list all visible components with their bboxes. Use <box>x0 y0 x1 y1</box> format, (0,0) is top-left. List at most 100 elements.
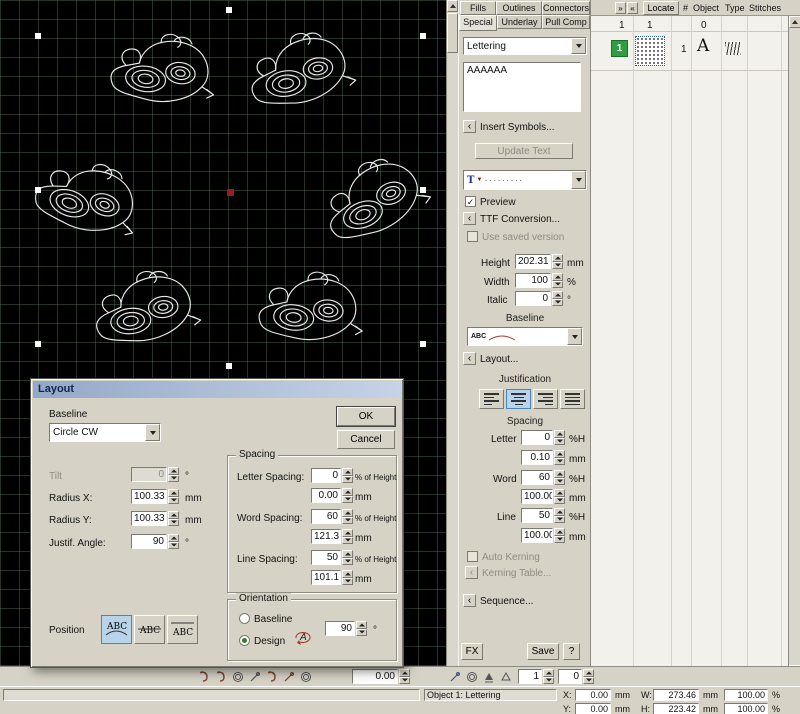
spin-up-icon[interactable] <box>552 291 563 299</box>
triangle-up-icon[interactable] <box>481 669 496 684</box>
spin-up-icon[interactable] <box>342 509 353 517</box>
spin-down-icon[interactable] <box>342 578 353 586</box>
column-header-object[interactable]: Object <box>693 3 719 13</box>
ok-button[interactable]: OK <box>337 407 395 426</box>
radius-y-input[interactable]: 100.33 <box>131 511 167 526</box>
tab-outlines[interactable]: Outlines <box>496 1 542 15</box>
collapse-all-button[interactable]: » <box>615 2 626 14</box>
spin-up-icon[interactable] <box>552 273 563 281</box>
cancel-button[interactable]: Cancel <box>337 430 395 449</box>
embroidery-motif[interactable] <box>237 22 367 130</box>
column-header-number[interactable]: # <box>683 3 688 13</box>
canvas-vertical-scrollbar[interactable] <box>446 0 458 666</box>
embroidery-motif[interactable] <box>248 262 375 366</box>
spin-down-icon[interactable] <box>168 519 179 527</box>
letter-spacing-mm-input[interactable]: 0.10 <box>521 450 553 465</box>
spin-down-icon[interactable] <box>168 542 179 550</box>
spin-up-icon[interactable] <box>583 669 594 677</box>
embroidery-motif[interactable] <box>16 141 158 268</box>
selection-handle[interactable] <box>420 187 426 193</box>
dropdown-arrow-icon[interactable] <box>571 38 586 54</box>
letter-spacing-mm-input[interactable]: 0.00 <box>311 488 341 503</box>
column-header-type[interactable]: Type <box>725 3 745 13</box>
sequence-collapse-button[interactable]: ‹ <box>463 594 476 607</box>
update-text-button[interactable]: Update Text <box>475 143 573 159</box>
triangle-outline-icon[interactable] <box>498 669 513 684</box>
spin-up-icon[interactable] <box>168 534 179 542</box>
spin-down-icon[interactable] <box>342 558 353 566</box>
object-kind-dropdown[interactable]: Lettering <box>463 37 587 55</box>
line-spacing-mm-input[interactable]: 101.1 <box>311 570 341 585</box>
spin-down-icon[interactable] <box>554 516 565 524</box>
spin-up-icon[interactable] <box>342 550 353 558</box>
word-spacing-input[interactable]: 60 <box>311 509 341 524</box>
tab-underlay[interactable]: Underlay <box>497 15 542 29</box>
layout-dialog[interactable]: Layout Baseline Circle CW OK Cancel Tilt… <box>30 378 404 668</box>
word-spacing-input[interactable]: 60 <box>521 470 553 485</box>
selection-handle[interactable] <box>35 33 41 39</box>
object-list-scrollbar[interactable] <box>788 16 800 666</box>
fx-button[interactable]: FX <box>461 643 483 660</box>
selection-handle[interactable] <box>35 187 41 193</box>
save-button[interactable]: Save <box>527 643 559 660</box>
spin-down-icon[interactable] <box>356 629 367 637</box>
dropdown-arrow-icon[interactable] <box>567 328 582 345</box>
spin-down-icon[interactable] <box>552 262 563 270</box>
tab-special[interactable]: Special <box>459 15 497 31</box>
baseline-radio[interactable] <box>239 613 250 624</box>
lettering-text-input[interactable]: AAAAAA <box>463 62 581 112</box>
color-block-badge[interactable]: 1 <box>611 40 628 57</box>
embroidery-motif[interactable] <box>98 22 228 130</box>
justify-full-button[interactable] <box>560 389 585 409</box>
line-spacing-input[interactable]: 50 <box>311 550 341 565</box>
hook-icon[interactable] <box>213 669 228 684</box>
column-header-stitches[interactable]: Stitches <box>749 3 781 13</box>
design-radio-label[interactable]: Design <box>254 636 285 647</box>
spin-down-icon[interactable] <box>342 476 353 484</box>
needle-icon[interactable] <box>247 669 262 684</box>
spin-down-icon[interactable] <box>554 458 565 466</box>
insert-symbols-label[interactable]: Insert Symbols... <box>480 122 554 133</box>
spin-down-icon[interactable] <box>554 478 565 486</box>
spin-down-icon[interactable] <box>583 677 594 685</box>
object-thumbnail[interactable] <box>635 36 665 66</box>
needle-icon[interactable] <box>281 669 296 684</box>
spin-down-icon[interactable] <box>168 497 179 505</box>
spin-up-icon[interactable] <box>554 450 565 458</box>
spin-down-icon[interactable] <box>543 677 554 685</box>
object-row[interactable]: 1 1 A <box>591 32 788 70</box>
spin-up-icon[interactable] <box>342 468 353 476</box>
baseline-radio-label[interactable]: Baseline <box>254 614 292 625</box>
selection-handle[interactable] <box>226 7 232 13</box>
scroll-up-icon[interactable] <box>447 0 458 12</box>
spin-up-icon[interactable] <box>356 621 367 629</box>
spin-up-icon[interactable] <box>342 488 353 496</box>
spin-down-icon[interactable] <box>399 677 410 685</box>
word-spacing-mm-input[interactable]: 100.00 <box>521 489 553 504</box>
tab-pull-comp[interactable]: Pull Comp <box>542 15 590 29</box>
count-input[interactable]: 1 <box>518 669 542 684</box>
hoop-icon[interactable] <box>298 669 313 684</box>
spin-down-icon[interactable] <box>342 537 353 545</box>
spin-up-icon[interactable] <box>168 511 179 519</box>
needle-input[interactable]: 0 <box>558 669 582 684</box>
tab-fills[interactable]: Fills <box>460 1 496 15</box>
line-spacing-input[interactable]: 50 <box>521 508 553 523</box>
hoop-icon[interactable] <box>464 669 479 684</box>
hook-icon[interactable] <box>196 669 211 684</box>
selection-handle[interactable] <box>420 33 426 39</box>
spin-up-icon[interactable] <box>342 570 353 578</box>
rotation-center-marker[interactable] <box>227 189 234 196</box>
ttf-conversion-label[interactable]: TTF Conversion... <box>480 214 560 225</box>
height-input[interactable]: 202.31 <box>515 254 551 269</box>
word-spacing-mm-input[interactable]: 121.3 <box>311 529 341 544</box>
spin-down-icon[interactable] <box>554 497 565 505</box>
tab-connectors[interactable]: Connectors <box>542 1 590 15</box>
scroll-up-icon[interactable] <box>789 16 800 28</box>
spin-down-icon[interactable] <box>342 517 353 525</box>
spin-up-icon[interactable] <box>554 430 565 438</box>
selection-handle[interactable] <box>35 341 41 347</box>
spin-up-icon[interactable] <box>554 508 565 516</box>
design-radio[interactable] <box>239 635 250 646</box>
justify-left-button[interactable] <box>479 389 504 409</box>
